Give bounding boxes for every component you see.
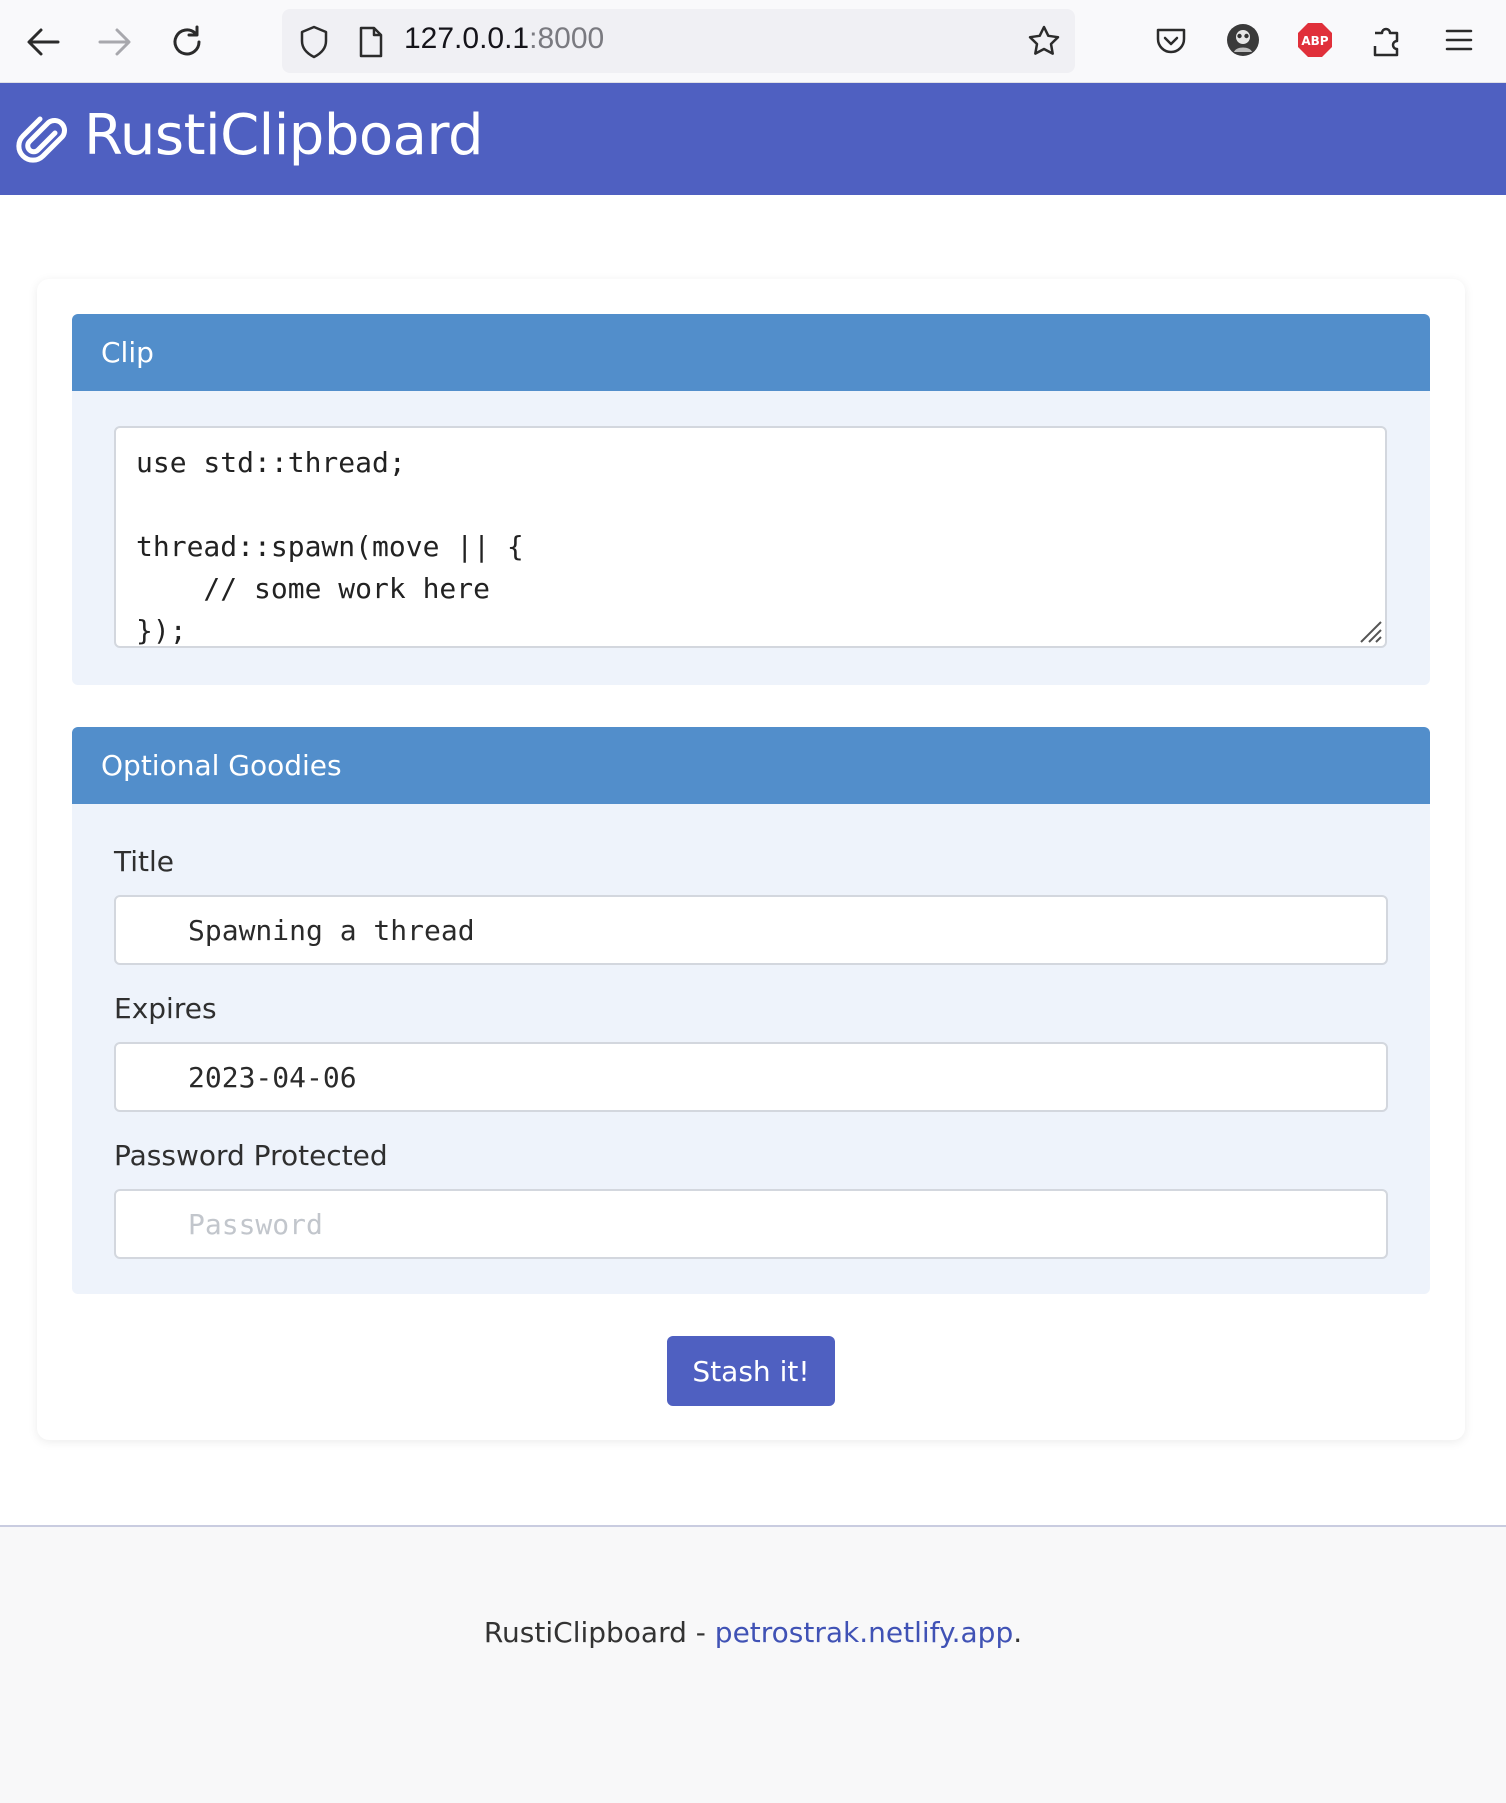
browser-toolbar: 127.0.0.1:8000 ABP <box>0 0 1506 83</box>
url-bar[interactable] <box>282 9 1075 73</box>
paperclip-icon <box>14 110 74 170</box>
password-input[interactable] <box>114 1189 1388 1259</box>
clip-panel-title: Clip <box>101 336 154 369</box>
menu-icon[interactable] <box>1441 22 1477 58</box>
page-icon <box>355 24 387 60</box>
password-label: Password Protected <box>114 1139 388 1172</box>
pocket-icon[interactable] <box>1153 23 1189 59</box>
title-label: Title <box>114 845 175 878</box>
footer-separator: - <box>686 1616 715 1649</box>
footer-link[interactable]: petrostrak.netlify.app <box>715 1616 1013 1649</box>
star-icon[interactable] <box>1026 23 1062 59</box>
app-title[interactable]: RustiClipboard <box>84 103 484 168</box>
stash-it-button[interactable]: Stash it! <box>667 1336 835 1406</box>
title-input[interactable] <box>114 895 1388 965</box>
expires-label: Expires <box>114 992 217 1025</box>
back-arrow-icon[interactable] <box>19 18 67 66</box>
goodies-panel-header: Optional Goodies <box>72 727 1430 804</box>
url-text[interactable]: 127.0.0.1:8000 <box>404 22 604 56</box>
textarea-resize-handle[interactable] <box>1357 618 1383 649</box>
url-host: 127.0.0.1 <box>404 22 530 55</box>
reload-icon[interactable] <box>163 18 211 66</box>
footer-trailing: . <box>1013 1616 1023 1649</box>
url-port: :8000 <box>529 22 605 55</box>
goodies-panel-title: Optional Goodies <box>101 749 342 782</box>
adblock-label: ABP <box>1301 34 1328 48</box>
clip-panel-header: Clip <box>72 314 1430 391</box>
footer-text: RustiClipboard - petrostrak.netlify.app. <box>0 1616 1506 1649</box>
expires-input[interactable] <box>114 1042 1388 1112</box>
forward-arrow-icon[interactable] <box>91 18 139 66</box>
extensions-icon[interactable] <box>1369 22 1405 58</box>
footer <box>0 1525 1506 1803</box>
clip-content-textarea[interactable] <box>114 426 1387 648</box>
footer-brand: RustiClipboard <box>483 1616 687 1649</box>
adblock-icon[interactable]: ABP <box>1297 22 1333 58</box>
profile-avatar-icon[interactable] <box>1225 22 1261 58</box>
shield-icon[interactable] <box>296 24 332 60</box>
